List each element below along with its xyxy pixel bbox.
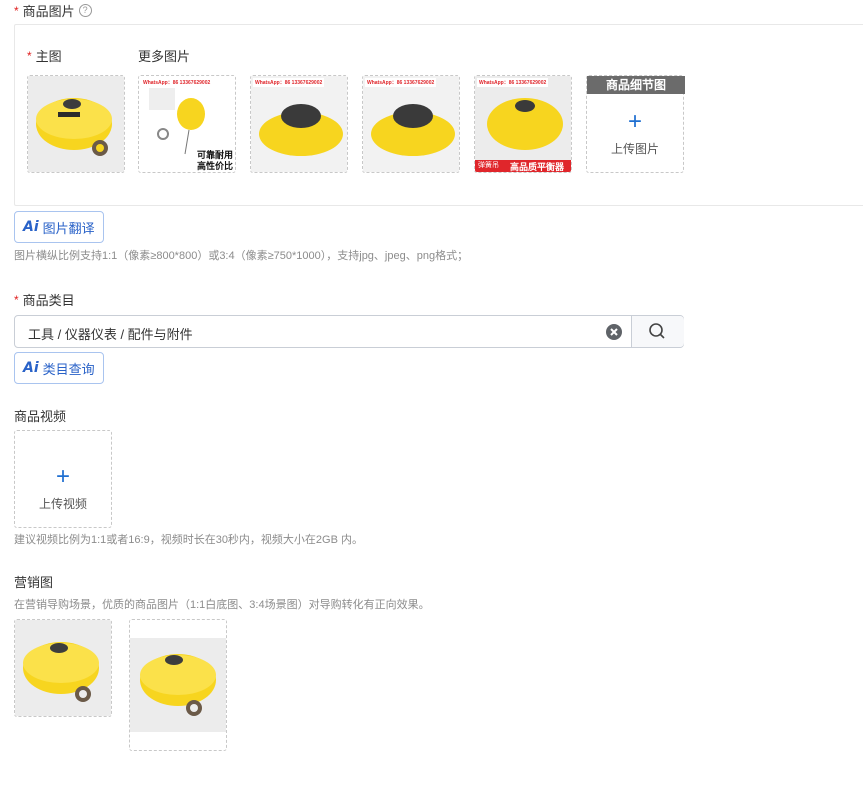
more-image-thumb[interactable]: WhatsApp：86 13367629002 — [250, 75, 348, 173]
detail-banner: 商品细节图 — [587, 76, 685, 94]
required-mark: * — [14, 3, 19, 18]
product-photo — [130, 620, 226, 750]
video-upload[interactable]: + 上传视频 — [14, 430, 112, 528]
marketing-hint: 在营销导购场景，优质的商品图片（1:1白底图、3:4场景图）对导购转化有正向效果… — [14, 599, 430, 611]
thumb-corner-text: 弹簧吊 — [478, 162, 499, 169]
main-image-thumb[interactable] — [27, 75, 125, 173]
image-translate-button[interactable]: Ai 图片翻译 — [14, 211, 104, 243]
product-photo — [251, 76, 347, 172]
detail-image-upload[interactable]: 商品细节图 + 上传图片 — [586, 75, 685, 173]
category-value: 工具 / 仪器仪表 / 配件与附件 — [28, 327, 193, 342]
plus-icon: + — [627, 108, 642, 135]
watermark-text: WhatsApp：86 13367629002 — [365, 78, 437, 87]
search-button[interactable] — [631, 316, 684, 347]
marketing-image-portrait[interactable] — [129, 619, 227, 751]
thumb-caption: 可靠耐用 高性价比 — [197, 150, 234, 171]
image-translate-label: 图片翻译 — [42, 220, 95, 236]
category-query-label: 类目查询 — [42, 361, 95, 377]
ai-icon: Ai — [23, 360, 39, 376]
more-image-thumb[interactable]: WhatsApp：86 13367629002 弹簧吊 高品质平衡器 — [474, 75, 572, 173]
watermark-text: WhatsApp：86 13367629002 — [141, 78, 213, 87]
product-photo — [15, 620, 111, 716]
category-select[interactable]: 工具 / 仪器仪表 / 配件与附件 — [14, 315, 684, 348]
product-images-header: * 商品图片 ? — [14, 1, 92, 20]
thumb-caption: 高品质平衡器 — [510, 162, 565, 172]
watermark-text: WhatsApp：86 13367629002 — [253, 78, 325, 87]
category-header: * 商品类目 — [14, 290, 75, 309]
clear-icon[interactable] — [606, 324, 622, 340]
question-circle-icon[interactable]: ? — [78, 4, 92, 17]
image-format-hint: 图片横纵比例支持1:1（像素≥800*800）或3:4（像素≥750*1000）… — [14, 250, 469, 262]
category-query-button[interactable]: Ai 类目查询 — [14, 352, 104, 384]
video-hint: 建议视频比例为1:1或者16:9，视频时长在30秒内，视频大小在2GB 内。 — [14, 534, 364, 546]
plus-icon: + — [55, 463, 70, 490]
product-photo — [363, 76, 459, 172]
main-image-label: * 主图 — [27, 48, 62, 65]
more-image-thumb[interactable]: WhatsApp：86 13367629002 — [362, 75, 460, 173]
product-images-title: 商品图片 — [22, 4, 75, 19]
ai-icon: Ai — [23, 219, 39, 235]
product-photo — [475, 76, 571, 172]
search-icon — [649, 323, 665, 339]
more-image-thumb[interactable]: WhatsApp：86 13367629002 可靠耐用 高性价比 — [138, 75, 236, 173]
product-photo — [28, 76, 124, 172]
watermark-text: WhatsApp：86 13367629002 — [477, 78, 549, 87]
video-title: 商品视频 — [14, 409, 67, 424]
marketing-image-square[interactable] — [14, 619, 112, 717]
upload-image-label: 上传图片 — [610, 142, 659, 156]
more-images-label: 更多图片 — [138, 49, 191, 64]
upload-video-label: 上传视频 — [38, 497, 87, 511]
marketing-title: 营销图 — [14, 575, 54, 590]
category-title: 商品类目 — [22, 293, 75, 308]
required-mark: * — [14, 292, 19, 307]
